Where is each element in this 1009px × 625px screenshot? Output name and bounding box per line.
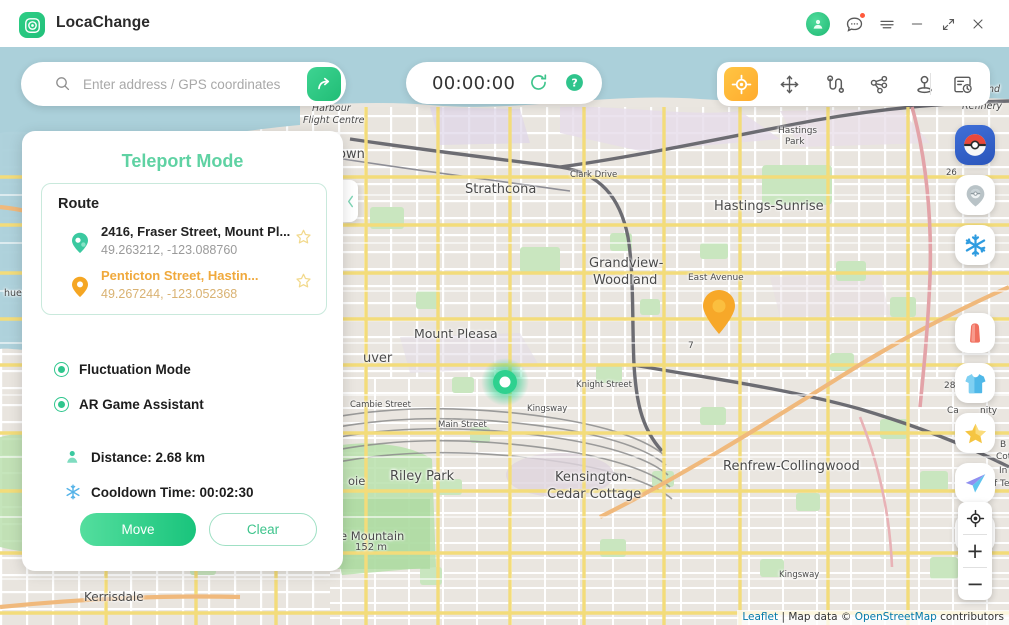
route-stop-name: Penticton Street, Hastin... — [101, 268, 259, 283]
distance-info: Distance: 2.68 km — [64, 448, 205, 466]
route-stop-destination[interactable]: Penticton Street, Hastin... 49.267244, -… — [42, 268, 328, 316]
paper-plane-icon[interactable] — [955, 463, 995, 503]
distance-text: Distance: 2.68 km — [91, 449, 206, 465]
route-stop-origin[interactable]: 2416, Fraser Street, Mount Pl... 49.2632… — [42, 224, 328, 272]
pokeball-icon[interactable] — [955, 125, 995, 165]
search-icon — [54, 75, 71, 97]
chevron-left-icon — [347, 195, 354, 207]
option-fluctuation-mode[interactable]: Fluctuation Mode — [54, 362, 191, 377]
pokestop-icon[interactable] — [955, 175, 995, 215]
user-avatar-icon[interactable] — [806, 12, 830, 36]
star-piece-icon[interactable] — [955, 413, 995, 453]
maximize-icon[interactable] — [937, 13, 959, 35]
radio-indicator — [54, 397, 69, 412]
notification-dot — [859, 12, 866, 19]
refresh-icon[interactable] — [528, 72, 550, 94]
option-ar-game-assistant[interactable]: AR Game Assistant — [54, 397, 204, 412]
app-window: Harbour Flight Centre own Strathcona Hasting… — [0, 0, 1009, 625]
leaflet-link[interactable]: Leaflet — [742, 611, 778, 623]
history-mode-button[interactable] — [945, 67, 979, 101]
tshirt-icon[interactable] — [955, 363, 995, 403]
route-stop-coords: 49.263212, -123.088760 — [101, 243, 238, 257]
multi-spot-mode-button[interactable] — [817, 67, 851, 101]
radio-indicator — [54, 362, 69, 377]
option-label: Fluctuation Mode — [79, 362, 191, 377]
search-submit-button[interactable] — [307, 67, 341, 101]
incense-icon[interactable] — [955, 313, 995, 353]
timer-bar: 00:00:00 ? — [406, 62, 602, 104]
osm-link[interactable]: OpenStreetMap — [855, 611, 937, 623]
help-icon[interactable]: ? — [564, 72, 586, 94]
locate-crosshair-icon[interactable] — [958, 502, 992, 534]
map-attribution: Leaflet | Map data © OpenStreetMap contr… — [737, 610, 1009, 625]
game-sidebar — [955, 125, 995, 563]
attribution-separator: | Map data © — [778, 611, 855, 623]
toolbar-divider — [930, 73, 931, 95]
minimize-icon[interactable] — [906, 13, 928, 35]
message-icon[interactable] — [843, 12, 866, 35]
two-spot-mode-button[interactable] — [772, 67, 806, 101]
svg-text:?: ? — [571, 77, 577, 90]
route-stop-name: 2416, Fraser Street, Mount Pl... — [101, 224, 291, 239]
route-card: Route 2416, Fraser Street, Mount Pl... 4… — [41, 183, 327, 315]
snowflake-icon[interactable] — [955, 225, 995, 265]
snowflake-cooldown-icon — [66, 484, 80, 500]
route-stop-coords: 49.267244, -123.052368 — [101, 287, 238, 301]
cooldown-text: Cooldown Time: 00:02:30 — [91, 484, 254, 500]
attribution-suffix: contributors — [936, 611, 1004, 623]
route-label: Route — [58, 196, 100, 212]
jump-teleport-mode-button[interactable] — [862, 67, 896, 101]
favorite-star-icon[interactable] — [295, 228, 312, 245]
app-title: LocaChange — [56, 14, 151, 31]
destination-pin-icon — [72, 276, 88, 297]
teleport-panel: Teleport Mode Route 2416, Fraser Street,… — [22, 131, 343, 571]
locachange-logo-icon — [19, 12, 45, 38]
favorite-star-icon[interactable] — [295, 272, 312, 289]
zoom-controls: + − — [958, 502, 992, 600]
mode-toolbar — [717, 62, 990, 106]
zoom-out-button[interactable]: − — [958, 568, 992, 600]
clear-button[interactable]: Clear — [209, 513, 317, 546]
joystick-mode-button[interactable] — [907, 67, 941, 101]
option-label: AR Game Assistant — [79, 397, 204, 412]
move-button[interactable]: Move — [80, 513, 196, 546]
zoom-in-button[interactable]: + — [958, 535, 992, 567]
search-input[interactable] — [83, 62, 303, 106]
title-bar: LocaChange — [0, 0, 1009, 47]
origin-pin-icon — [72, 232, 88, 253]
panel-title: Teleport Mode — [121, 151, 244, 171]
destination-marker[interactable] — [702, 289, 736, 335]
panel-collapse-toggle[interactable] — [343, 180, 358, 222]
teleport-mode-button[interactable] — [724, 67, 758, 101]
cooldown-info: Cooldown Time: 00:02:30 — [64, 483, 254, 501]
search-bar — [21, 62, 346, 106]
hamburger-menu-icon[interactable] — [876, 13, 898, 35]
close-icon[interactable] — [967, 13, 989, 35]
timer-value: 00:00:00 — [432, 72, 516, 94]
distance-pin-icon — [67, 451, 78, 463]
